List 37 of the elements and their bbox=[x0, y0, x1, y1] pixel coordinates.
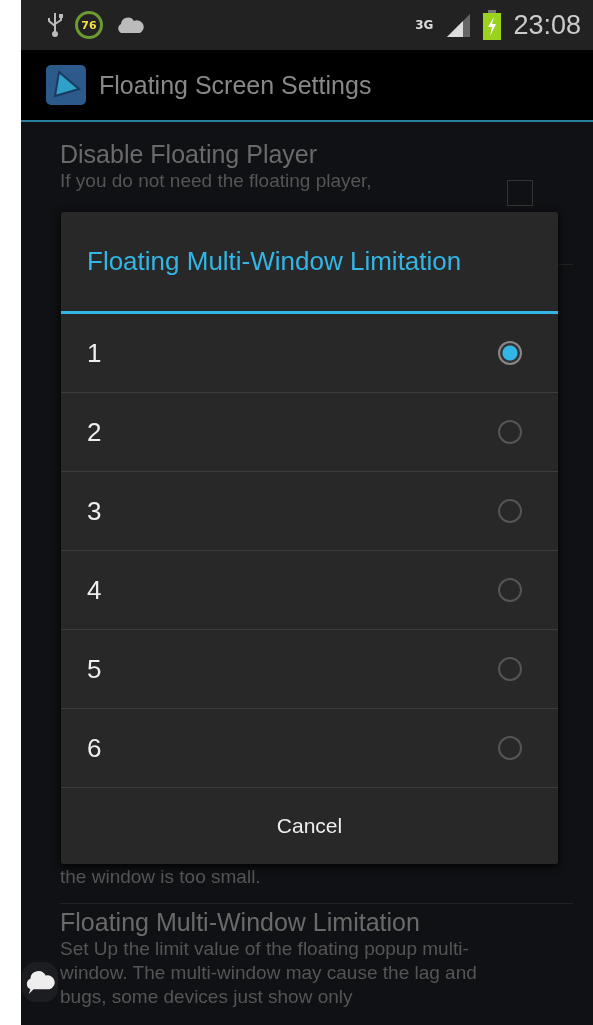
radio-button[interactable] bbox=[498, 420, 522, 444]
option-label: 2 bbox=[87, 416, 102, 448]
signal-icon bbox=[445, 12, 472, 38]
floating-chat-bubble[interactable] bbox=[22, 962, 58, 1002]
cloud-chat-icon bbox=[24, 968, 56, 996]
cancel-button[interactable]: Cancel bbox=[61, 788, 558, 864]
app-logo-icon bbox=[45, 64, 87, 106]
usb-icon bbox=[47, 12, 63, 38]
option-row[interactable]: 4 bbox=[61, 551, 558, 630]
radio-button[interactable] bbox=[498, 578, 522, 602]
option-label: 1 bbox=[87, 337, 102, 369]
setting-description: Set Up the limit value of the floating popup multi-window. The multi-window may cause the lag and bugs, some devices just show only bbox=[60, 937, 478, 1009]
radio-button[interactable] bbox=[498, 736, 522, 760]
clock: 23:08 bbox=[513, 9, 581, 41]
screen-title: Floating Screen Settings bbox=[99, 70, 372, 100]
network-type: 3G bbox=[415, 18, 434, 32]
option-label: 6 bbox=[87, 732, 102, 764]
setting-description: the window is too small. bbox=[60, 865, 262, 889]
option-row[interactable]: 1 bbox=[61, 314, 558, 393]
option-row[interactable]: 2 bbox=[61, 393, 558, 472]
option-label: 4 bbox=[87, 574, 102, 606]
option-label: 3 bbox=[87, 495, 102, 527]
setting-title: Disable Floating Player bbox=[60, 140, 319, 169]
option-row[interactable]: 3 bbox=[61, 472, 558, 551]
checkbox[interactable] bbox=[507, 180, 533, 206]
setting-title: Floating Multi-Window Limitation bbox=[60, 908, 421, 937]
radio-button[interactable] bbox=[498, 499, 522, 523]
radio-button[interactable] bbox=[498, 341, 522, 365]
option-row[interactable]: 6 bbox=[61, 709, 558, 788]
battery-level-badge: 76 bbox=[75, 11, 103, 39]
cloud-icon bbox=[115, 16, 145, 34]
dialog-title: Floating Multi-Window Limitation bbox=[61, 212, 558, 314]
option-row[interactable]: 5 bbox=[61, 630, 558, 709]
setting-description: If you do not need the floating player, bbox=[60, 169, 373, 193]
battery-icon bbox=[483, 10, 502, 40]
radio-button[interactable] bbox=[498, 657, 522, 681]
option-label: 5 bbox=[87, 653, 102, 685]
